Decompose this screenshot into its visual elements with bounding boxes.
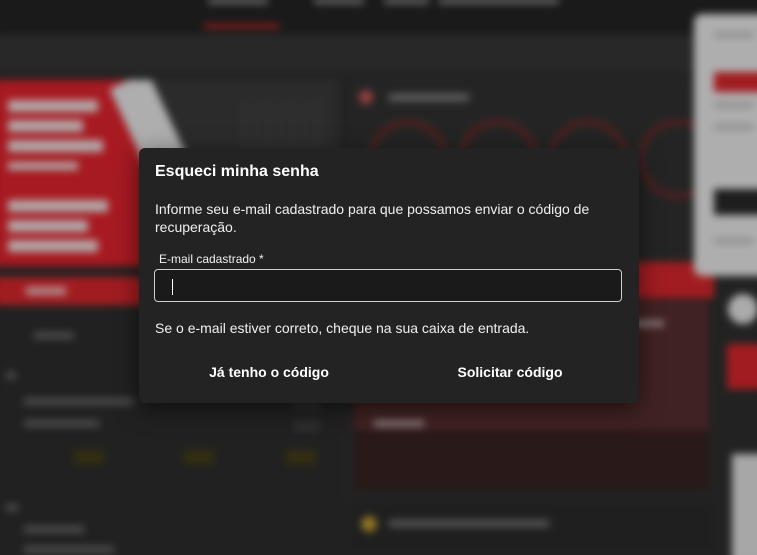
app-screen: Esqueci minha senha Informe seu e-mail c… <box>0 0 757 555</box>
request-code-button[interactable]: Solicitar código <box>443 358 577 386</box>
dialog-title: Esqueci minha senha <box>155 163 319 180</box>
forgot-password-dialog: Esqueci minha senha Informe seu e-mail c… <box>139 148 639 403</box>
email-field-label: E-mail cadastrado * <box>159 252 264 266</box>
dialog-description: Informe seu e-mail cadastrado para que p… <box>155 201 590 235</box>
text-cursor <box>172 279 173 295</box>
inbox-note: Se o e-mail estiver correto, cheque na s… <box>155 320 530 336</box>
have-code-button[interactable]: Já tenho o código <box>199 358 339 386</box>
email-input[interactable] <box>155 270 621 301</box>
email-field-wrapper[interactable] <box>154 269 622 302</box>
